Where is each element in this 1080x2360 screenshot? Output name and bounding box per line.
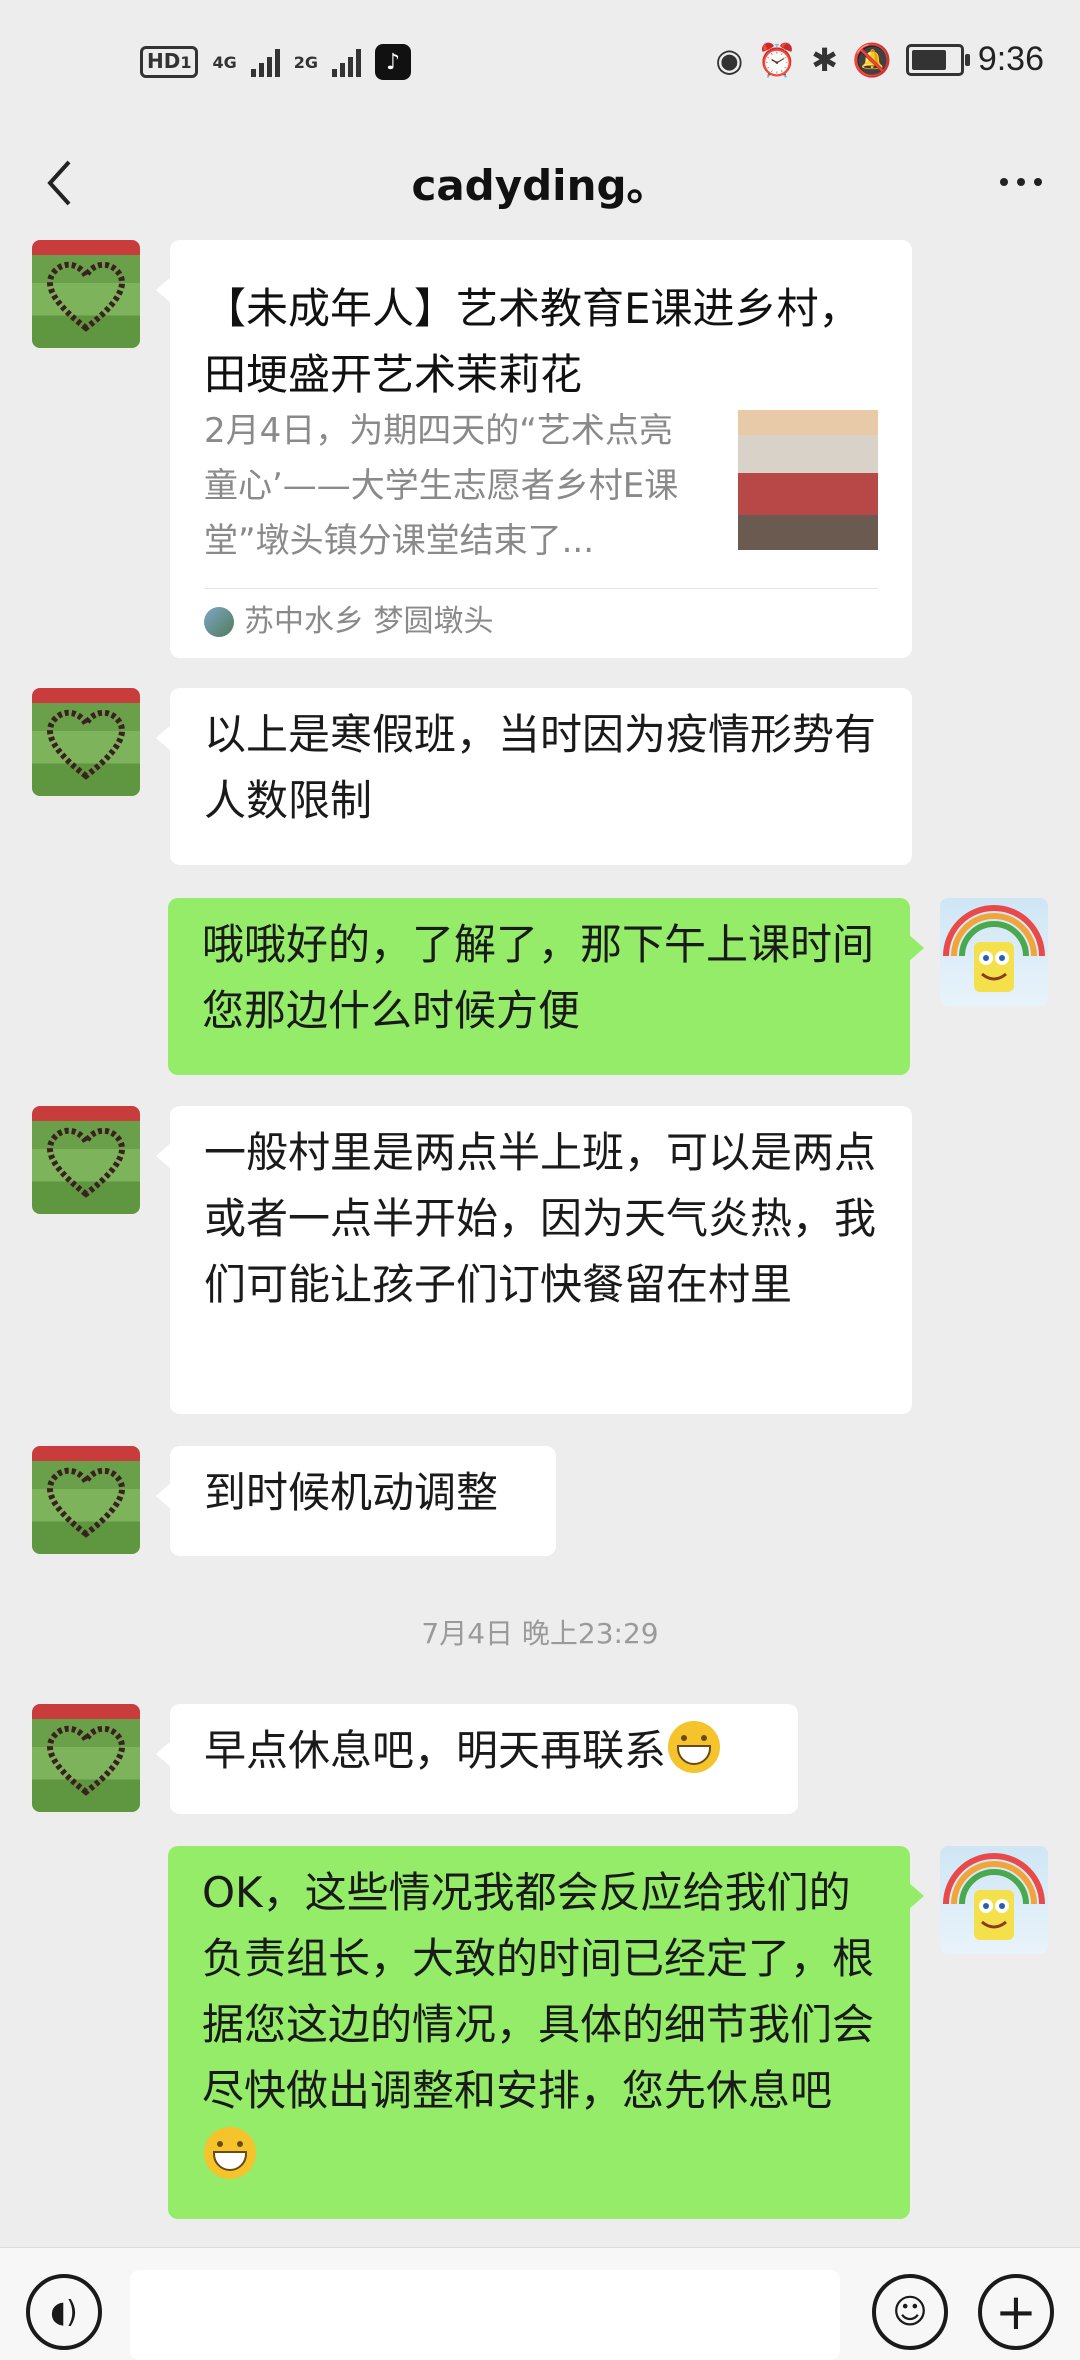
grin-emoji-icon bbox=[204, 2127, 256, 2179]
heart-avatar-icon bbox=[47, 1467, 125, 1538]
message-bubble[interactable]: 早点休息吧，明天再联系 bbox=[156, 1704, 798, 1814]
network-2g-label: 2G bbox=[293, 52, 319, 72]
card-divider bbox=[204, 588, 878, 589]
status-bar: HD1 4G 2G ♪ ◉ ⏰ ✱ 🔕 9:36 bbox=[0, 0, 1080, 130]
message-text: OK，这些情况我都会反应给我们的负责组长，大致的时间已经定了，根据您这边的情况，… bbox=[202, 1868, 875, 2115]
time-separator: 7月4日 晚上23:29 bbox=[421, 1617, 659, 1650]
contact-avatar[interactable] bbox=[32, 1106, 140, 1214]
more-dots-icon bbox=[1000, 178, 1008, 186]
heart-avatar-icon bbox=[47, 1127, 125, 1198]
contact-avatar[interactable] bbox=[32, 240, 140, 348]
more-button[interactable] bbox=[986, 152, 1056, 212]
article-title: 【未成年人】艺术教育E课进乡村，田埂盛开艺术茉莉花 bbox=[204, 284, 861, 399]
chat-header: cadyding。 bbox=[0, 130, 1080, 240]
status-left: HD1 4G 2G ♪ bbox=[140, 44, 412, 80]
grin-emoji-icon bbox=[668, 1721, 721, 1773]
voice-button[interactable]: ◖) bbox=[26, 2274, 102, 2350]
network-4g-label: 4G bbox=[212, 52, 237, 72]
voice-icon: ◖) bbox=[50, 2294, 78, 2330]
article-source: 苏中水乡 梦圆墩头 bbox=[204, 598, 494, 646]
contact-avatar[interactable] bbox=[32, 1446, 140, 1554]
article-thumbnail bbox=[738, 410, 878, 550]
source-name: 苏中水乡 梦圆墩头 bbox=[244, 604, 494, 639]
message-text: 早点休息吧，明天再联系 bbox=[204, 1726, 667, 1775]
message-bubble[interactable]: 一般村里是两点半上班，可以是两点或者一点半开始，因为天气炎热，我们可能让孩子们订… bbox=[156, 1106, 912, 1414]
article-description: 2月4日，为期四天的“艺术点亮童心’——大学生志愿者乡村E课堂”墩头镇分课堂结束… bbox=[204, 411, 679, 561]
chat-title: cadyding。 bbox=[411, 161, 669, 210]
signal-icon bbox=[250, 47, 280, 77]
contact-avatar[interactable] bbox=[32, 1704, 140, 1812]
alarm-icon: ⏰ bbox=[757, 40, 798, 79]
message-input[interactable] bbox=[130, 2270, 840, 2360]
input-bar: ◖) ☺ + bbox=[0, 2247, 1080, 2360]
battery-fill bbox=[911, 49, 946, 70]
sponge-avatar-icon bbox=[943, 1853, 1045, 1940]
heart-avatar-icon bbox=[47, 1725, 125, 1796]
signal-icon-2 bbox=[332, 47, 362, 77]
status-right: ◉ ⏰ ✱ 🔕 9:36 bbox=[715, 40, 1044, 79]
clock: 9:36 bbox=[977, 40, 1044, 78]
emoji-icon: ☺ bbox=[892, 2292, 928, 2332]
eye-icon: ◉ bbox=[715, 40, 744, 79]
message-bubble-self[interactable]: OK，这些情况我都会反应给我们的负责组长，大致的时间已经定了，根据您这边的情况，… bbox=[168, 1846, 924, 2219]
message-bubble[interactable]: 到时候机动调整 bbox=[156, 1446, 556, 1556]
battery-icon bbox=[905, 43, 970, 76]
source-avatar-icon bbox=[204, 607, 234, 637]
hd-icon: HD1 bbox=[140, 46, 199, 78]
plus-icon: + bbox=[995, 2283, 1037, 2341]
tiktok-icon: ♪ bbox=[375, 44, 412, 80]
bluetooth-icon: ✱ bbox=[811, 40, 838, 79]
heart-avatar-icon bbox=[47, 709, 125, 780]
self-avatar[interactable] bbox=[940, 898, 1048, 1006]
mute-icon: 🔕 bbox=[851, 40, 892, 79]
heart-avatar-icon bbox=[47, 261, 125, 332]
sponge-avatar-icon bbox=[943, 905, 1045, 992]
contact-avatar[interactable] bbox=[32, 688, 140, 796]
plus-button[interactable]: + bbox=[978, 2274, 1054, 2350]
message-bubble-self[interactable]: 哦哦好的，了解了，那下午上课时间您那边什么时候方便 bbox=[168, 898, 924, 1075]
emoji-button[interactable]: ☺ bbox=[872, 2274, 948, 2350]
message-bubble[interactable]: 以上是寒假班，当时因为疫情形势有人数限制 bbox=[156, 688, 912, 865]
article-card[interactable]: 【未成年人】艺术教育E课进乡村，田埂盛开艺术茉莉花 2月4日，为期四天的“艺术点… bbox=[156, 240, 912, 658]
self-avatar[interactable] bbox=[940, 1846, 1048, 1954]
